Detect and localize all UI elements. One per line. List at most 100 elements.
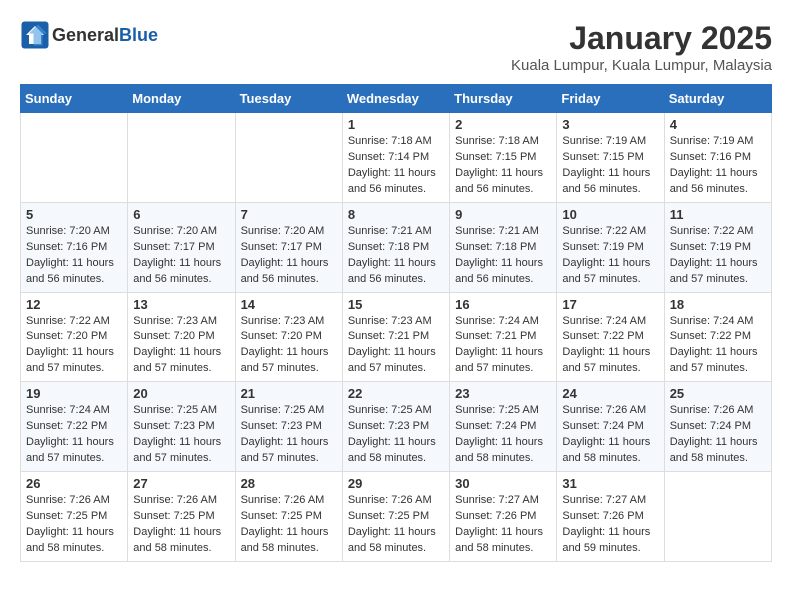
day-cell: 28 Sunrise: 7:26 AMSunset: 7:25 PMDayligh… [235, 472, 342, 562]
day-cell: 9Sunrise: 7:21 AMSunset: 7:18 PMDaylight… [450, 202, 557, 292]
day-info: Sunrise: 7:26 AMSunset: 7:25 PMDaylight:… [241, 493, 337, 557]
day-number: 28 [241, 476, 337, 491]
day-number: 4 [670, 117, 766, 132]
day-info: Sunrise: 7:26 AMSunset: 7:24 PMDaylight:… [670, 403, 766, 467]
day-cell: 20Sunrise: 7:25 AMSunset: 7:23 PMDayligh… [128, 382, 235, 472]
day-info: Sunrise: 7:20 AMSunset: 7:17 PMDaylight:… [241, 224, 337, 288]
day-cell: 23 Sunrise: 7:25 AMSunset: 7:24 PMDayligh… [450, 382, 557, 472]
week-row-2: 12 Sunrise: 7:22 AMSunset: 7:20 PMDayligh… [21, 292, 772, 382]
logo-text-general: General [52, 25, 119, 45]
month-title: January 2025 [511, 20, 772, 57]
calendar-header-row: SundayMondayTuesdayWednesdayThursdayFrid… [21, 85, 772, 113]
day-number: 23 [455, 386, 551, 401]
day-info: Sunrise: 7:21 AMSunset: 7:18 PMDaylight:… [348, 224, 444, 288]
day-info: Sunrise: 7:18 AMSunset: 7:14 PMDaylight:… [348, 134, 444, 198]
day-cell [235, 113, 342, 203]
day-info: Sunrise: 7:18 AMSunset: 7:15 PMDaylight:… [455, 134, 551, 198]
day-cell: 11Sunrise: 7:22 AMSunset: 7:19 PMDayligh… [664, 202, 771, 292]
header-tuesday: Tuesday [235, 85, 342, 113]
day-info: Sunrise: 7:19 AMSunset: 7:16 PMDaylight:… [670, 134, 766, 198]
day-cell: 29 Sunrise: 7:26 AMSunset: 7:25 PMDayligh… [342, 472, 449, 562]
day-number: 2 [455, 117, 551, 132]
day-cell: 26 Sunrise: 7:26 AMSunset: 7:25 PMDayligh… [21, 472, 128, 562]
day-info: Sunrise: 7:23 AMSunset: 7:21 PMDaylight:… [348, 314, 444, 378]
day-cell: 19 Sunrise: 7:24 AMSunset: 7:22 PMDayligh… [21, 382, 128, 472]
day-number: 15 [348, 297, 444, 312]
day-number: 10 [562, 207, 658, 222]
day-cell: 8 Sunrise: 7:21 AMSunset: 7:18 PMDaylight… [342, 202, 449, 292]
day-cell: 1 Sunrise: 7:18 AMSunset: 7:14 PMDaylight… [342, 113, 449, 203]
day-info: Sunrise: 7:27 AMSunset: 7:26 PMDaylight:… [562, 493, 658, 557]
header-friday: Friday [557, 85, 664, 113]
day-number: 16 [455, 297, 551, 312]
day-cell: 30 Sunrise: 7:27 AMSunset: 7:26 PMDayligh… [450, 472, 557, 562]
day-number: 12 [26, 297, 122, 312]
day-cell: 27Sunrise: 7:26 AMSunset: 7:25 PMDayligh… [128, 472, 235, 562]
day-number: 26 [26, 476, 122, 491]
day-info: Sunrise: 7:26 AMSunset: 7:25 PMDaylight:… [348, 493, 444, 557]
page-header: GeneralBlue January 2025 Kuala Lumpur, K… [20, 20, 772, 74]
day-cell: 16 Sunrise: 7:24 AMSunset: 7:21 PMDayligh… [450, 292, 557, 382]
day-number: 22 [348, 386, 444, 401]
day-number: 3 [562, 117, 658, 132]
location-title: Kuala Lumpur, Kuala Lumpur, Malaysia [511, 57, 772, 74]
day-number: 13 [133, 297, 229, 312]
day-cell: 2 Sunrise: 7:18 AMSunset: 7:15 PMDaylight… [450, 113, 557, 203]
day-cell: 24Sunrise: 7:26 AMSunset: 7:24 PMDayligh… [557, 382, 664, 472]
day-number: 14 [241, 297, 337, 312]
header-saturday: Saturday [664, 85, 771, 113]
day-number: 6 [133, 207, 229, 222]
day-cell: 3 Sunrise: 7:19 AMSunset: 7:15 PMDaylight… [557, 113, 664, 203]
day-info: Sunrise: 7:24 AMSunset: 7:21 PMDaylight:… [455, 314, 551, 378]
logo-icon [20, 20, 50, 50]
day-cell: 12 Sunrise: 7:22 AMSunset: 7:20 PMDayligh… [21, 292, 128, 382]
day-number: 31 [562, 476, 658, 491]
day-info: Sunrise: 7:19 AMSunset: 7:15 PMDaylight:… [562, 134, 658, 198]
day-number: 20 [133, 386, 229, 401]
day-info: Sunrise: 7:20 AMSunset: 7:17 PMDaylight:… [133, 224, 229, 288]
day-number: 29 [348, 476, 444, 491]
day-cell: 21 Sunrise: 7:25 AMSunset: 7:23 PMDayligh… [235, 382, 342, 472]
day-cell: 25 Sunrise: 7:26 AMSunset: 7:24 PMDayligh… [664, 382, 771, 472]
day-cell: 17 Sunrise: 7:24 AMSunset: 7:22 PMDayligh… [557, 292, 664, 382]
day-number: 5 [26, 207, 122, 222]
day-cell: 18Sunrise: 7:24 AMSunset: 7:22 PMDayligh… [664, 292, 771, 382]
day-number: 21 [241, 386, 337, 401]
day-cell: 5Sunrise: 7:20 AMSunset: 7:16 PMDaylight… [21, 202, 128, 292]
day-number: 17 [562, 297, 658, 312]
day-cell: 6 Sunrise: 7:20 AMSunset: 7:17 PMDaylight… [128, 202, 235, 292]
logo: GeneralBlue [20, 20, 158, 50]
header-wednesday: Wednesday [342, 85, 449, 113]
day-cell [128, 113, 235, 203]
day-cell: 14 Sunrise: 7:23 AMSunset: 7:20 PMDayligh… [235, 292, 342, 382]
day-number: 25 [670, 386, 766, 401]
day-cell [664, 472, 771, 562]
day-info: Sunrise: 7:27 AMSunset: 7:26 PMDaylight:… [455, 493, 551, 557]
day-info: Sunrise: 7:24 AMSunset: 7:22 PMDaylight:… [562, 314, 658, 378]
day-cell: 22Sunrise: 7:25 AMSunset: 7:23 PMDayligh… [342, 382, 449, 472]
day-info: Sunrise: 7:21 AMSunset: 7:18 PMDaylight:… [455, 224, 551, 288]
day-number: 1 [348, 117, 444, 132]
day-cell: 4 Sunrise: 7:19 AMSunset: 7:16 PMDaylight… [664, 113, 771, 203]
day-number: 30 [455, 476, 551, 491]
day-info: Sunrise: 7:26 AMSunset: 7:25 PMDaylight:… [26, 493, 122, 557]
logo-text-blue: Blue [119, 25, 158, 45]
day-info: Sunrise: 7:24 AMSunset: 7:22 PMDaylight:… [26, 403, 122, 467]
day-number: 27 [133, 476, 229, 491]
header-monday: Monday [128, 85, 235, 113]
title-block: January 2025 Kuala Lumpur, Kuala Lumpur,… [511, 20, 772, 74]
week-row-3: 19 Sunrise: 7:24 AMSunset: 7:22 PMDayligh… [21, 382, 772, 472]
day-info: Sunrise: 7:22 AMSunset: 7:20 PMDaylight:… [26, 314, 122, 378]
calendar-table: SundayMondayTuesdayWednesdayThursdayFrid… [20, 84, 772, 562]
week-row-1: 5Sunrise: 7:20 AMSunset: 7:16 PMDaylight… [21, 202, 772, 292]
day-info: Sunrise: 7:25 AMSunset: 7:23 PMDaylight:… [241, 403, 337, 467]
day-number: 19 [26, 386, 122, 401]
day-info: Sunrise: 7:23 AMSunset: 7:20 PMDaylight:… [133, 314, 229, 378]
day-number: 8 [348, 207, 444, 222]
day-info: Sunrise: 7:23 AMSunset: 7:20 PMDaylight:… [241, 314, 337, 378]
day-info: Sunrise: 7:26 AMSunset: 7:24 PMDaylight:… [562, 403, 658, 467]
day-info: Sunrise: 7:25 AMSunset: 7:24 PMDaylight:… [455, 403, 551, 467]
day-info: Sunrise: 7:22 AMSunset: 7:19 PMDaylight:… [670, 224, 766, 288]
header-sunday: Sunday [21, 85, 128, 113]
day-info: Sunrise: 7:22 AMSunset: 7:19 PMDaylight:… [562, 224, 658, 288]
